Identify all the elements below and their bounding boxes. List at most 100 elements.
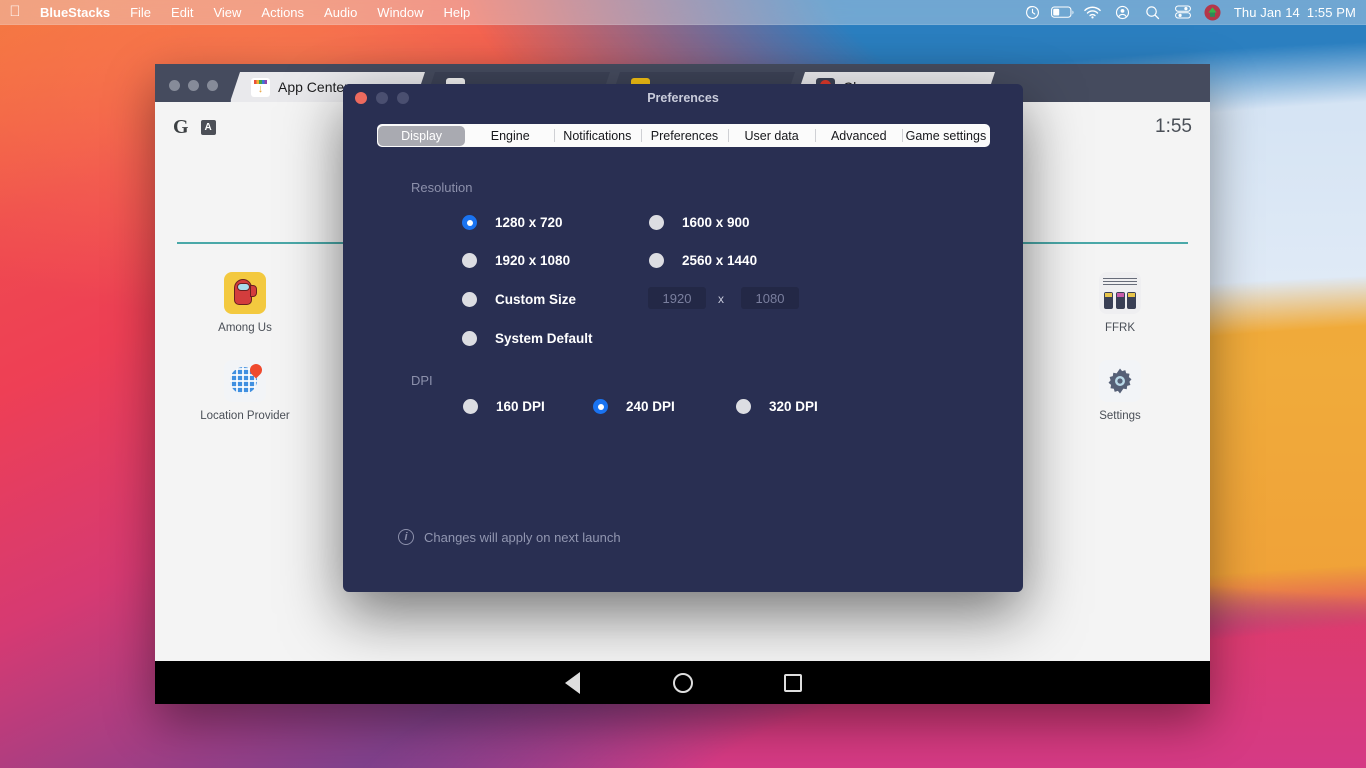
radio-1600x900[interactable] xyxy=(649,215,664,230)
android-status-left: G A xyxy=(173,116,216,139)
android-apps-left-column: Among Us Location Provider xyxy=(175,272,315,448)
google-g-icon[interactable]: G xyxy=(173,116,189,139)
bluestacks-maximize-button[interactable] xyxy=(207,80,218,91)
app-label-among-us: Among Us xyxy=(218,322,272,334)
tab-app-center-label: App Center xyxy=(278,79,349,95)
back-icon[interactable] xyxy=(561,671,585,695)
radio-system-default[interactable] xyxy=(462,331,477,346)
android-navigation-bar xyxy=(155,661,1210,704)
tab-game-settings[interactable]: Game settings xyxy=(902,124,989,147)
apple-logo-icon[interactable]:  xyxy=(0,4,30,21)
label-1280x720: 1280 x 720 xyxy=(495,215,563,230)
spotlight-search-icon[interactable] xyxy=(1140,2,1166,22)
label-2560x1440: 2560 x 1440 xyxy=(682,253,758,268)
menu-bar-clock[interactable]: Thu Jan 14 1:55 PM xyxy=(1230,5,1356,20)
bluestacks-menu-icon[interactable] xyxy=(1200,2,1226,22)
app-item-ffrk[interactable]: FFRK xyxy=(1050,272,1190,334)
bluestacks-traffic-lights xyxy=(155,80,230,102)
menu-item-actions[interactable]: Actions xyxy=(251,3,314,22)
tab-preferences[interactable]: Preferences xyxy=(640,124,728,147)
android-clock: 1:55 xyxy=(1155,116,1192,137)
app-item-location-provider[interactable]: Location Provider xyxy=(175,360,315,422)
radio-1280x720[interactable] xyxy=(462,215,477,230)
bluestacks-close-button[interactable] xyxy=(169,80,180,91)
radio-1920x1080[interactable] xyxy=(462,253,477,268)
label-custom-size: Custom Size xyxy=(495,292,577,307)
tab-user-data[interactable]: User data xyxy=(728,124,815,147)
among-us-icon xyxy=(224,272,266,314)
menu-item-bluestacks[interactable]: BlueStacks xyxy=(30,3,120,22)
battery-icon[interactable] xyxy=(1050,2,1076,22)
app-item-settings[interactable]: Settings xyxy=(1050,360,1190,422)
menu-bar-left:  BlueStacks File Edit View Actions Audi… xyxy=(0,3,480,22)
radio-option-1600x900[interactable]: 1600 x 900 xyxy=(649,215,750,230)
radio-option-system-default[interactable]: System Default xyxy=(462,331,593,346)
tab-display[interactable]: Display xyxy=(378,125,466,146)
menu-item-view[interactable]: View xyxy=(203,3,251,22)
home-icon[interactable] xyxy=(671,671,695,695)
menu-item-audio[interactable]: Audio xyxy=(314,3,367,22)
menu-item-window[interactable]: Window xyxy=(367,3,433,22)
bluestacks-minimize-button[interactable] xyxy=(188,80,199,91)
label-160-dpi: 160 DPI xyxy=(496,399,545,414)
preferences-close-button[interactable] xyxy=(355,92,367,104)
radio-option-1280x720[interactable]: 1280 x 720 xyxy=(462,215,563,230)
radio-option-2560x1440[interactable]: 2560 x 1440 xyxy=(649,253,757,268)
label-320-dpi: 320 DPI xyxy=(769,399,818,414)
preferences-note: i Changes will apply on next launch xyxy=(398,529,621,545)
tab-notifications[interactable]: Notifications xyxy=(553,124,641,147)
a-app-icon[interactable]: A xyxy=(200,119,216,135)
menu-item-file[interactable]: File xyxy=(120,3,161,22)
label-1600x900: 1600 x 900 xyxy=(682,215,750,230)
app-center-icon xyxy=(251,78,270,97)
menu-item-edit[interactable]: Edit xyxy=(161,3,203,22)
radio-320-dpi[interactable] xyxy=(736,399,751,414)
radio-option-1920x1080[interactable]: 1920 x 1080 xyxy=(462,253,570,268)
clock-time: 1:55 PM xyxy=(1306,4,1356,20)
preferences-title-bar: Preferences xyxy=(343,84,1023,112)
preferences-note-text: Changes will apply on next launch xyxy=(424,529,621,545)
radio-option-320-dpi[interactable]: 320 DPI xyxy=(736,399,818,414)
radio-option-160-dpi[interactable]: 160 DPI xyxy=(463,399,545,414)
radio-option-240-dpi[interactable]: 240 DPI xyxy=(593,399,675,414)
tab-engine[interactable]: Engine xyxy=(467,124,554,147)
location-provider-icon xyxy=(224,360,266,402)
preferences-dialog: Preferences Display Engine Notifications… xyxy=(343,84,1023,592)
radio-custom-size[interactable] xyxy=(462,292,477,307)
clock-day: Thu Jan 14 xyxy=(1233,4,1300,20)
preferences-title: Preferences xyxy=(647,91,719,105)
custom-width-input[interactable]: 1920 xyxy=(648,287,706,309)
ffrk-icon xyxy=(1099,272,1141,314)
resolution-section-title: Resolution xyxy=(411,180,473,195)
label-240-dpi: 240 DPI xyxy=(626,399,675,414)
wifi-icon[interactable] xyxy=(1080,2,1106,22)
menu-item-help[interactable]: Help xyxy=(434,3,481,22)
custom-size-separator: x xyxy=(718,292,724,306)
info-icon: i xyxy=(398,529,414,545)
label-system-default: System Default xyxy=(495,331,593,346)
radio-160-dpi[interactable] xyxy=(463,399,478,414)
settings-gear-icon xyxy=(1099,360,1141,402)
macos-menu-bar:  BlueStacks File Edit View Actions Audi… xyxy=(0,0,1366,25)
app-label-location-provider: Location Provider xyxy=(200,410,290,422)
recents-icon[interactable] xyxy=(781,671,805,695)
label-1920x1080: 1920 x 1080 xyxy=(495,253,571,268)
radio-option-custom-size[interactable]: Custom Size xyxy=(462,292,576,307)
menu-bar-status-area: Thu Jan 14 1:55 PM xyxy=(1020,2,1356,22)
control-center-icon[interactable] xyxy=(1170,2,1196,22)
app-label-settings: Settings xyxy=(1099,410,1141,422)
dpi-section-title: DPI xyxy=(411,373,433,388)
radio-240-dpi[interactable] xyxy=(593,399,608,414)
preferences-minimize-button xyxy=(376,92,388,104)
app-item-among-us[interactable]: Among Us xyxy=(175,272,315,334)
custom-height-input[interactable]: 1080 xyxy=(741,287,799,309)
preferences-tab-bar: Display Engine Notifications Preferences… xyxy=(376,124,990,147)
android-apps-right-column: FFRK Settings xyxy=(1050,272,1190,448)
time-machine-icon[interactable] xyxy=(1020,2,1046,22)
preferences-maximize-button xyxy=(397,92,409,104)
user-account-icon[interactable] xyxy=(1110,2,1136,22)
preferences-traffic-lights xyxy=(355,84,409,112)
app-label-ffrk: FFRK xyxy=(1104,322,1136,334)
tab-advanced[interactable]: Advanced xyxy=(815,124,902,147)
radio-2560x1440[interactable] xyxy=(649,253,664,268)
